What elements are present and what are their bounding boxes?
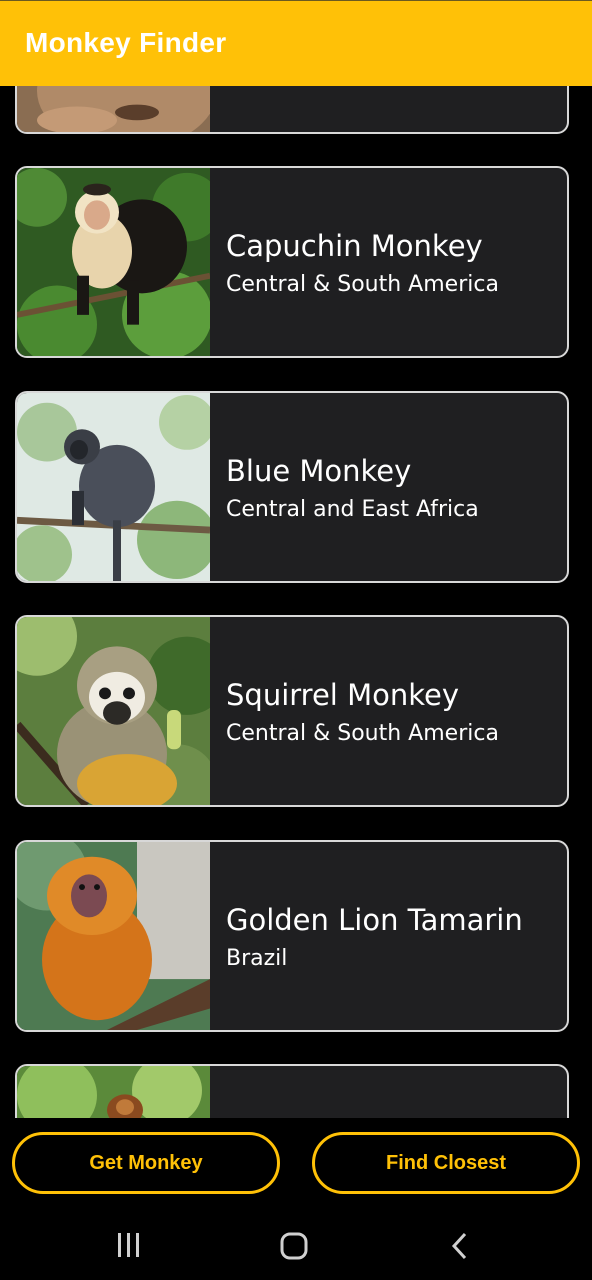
monkey-location: Central and East Africa xyxy=(226,497,479,522)
back-icon[interactable] xyxy=(450,1232,470,1264)
system-nav-bar xyxy=(0,1210,592,1280)
monkey-location: Brazil xyxy=(226,946,288,971)
monkey-location: Central & South America xyxy=(226,721,499,746)
list-item-monkey[interactable]: Blue Monkey Central and East Africa xyxy=(15,391,569,583)
list-item-monkey[interactable] xyxy=(15,1064,569,1118)
monkey-photo xyxy=(17,842,210,1030)
recent-apps-icon[interactable] xyxy=(116,1232,142,1262)
monkey-photo xyxy=(17,1066,210,1118)
find-closest-button[interactable]: Find Closest xyxy=(312,1132,580,1194)
list-item-monkey[interactable]: Squirrel Monkey Central & South America xyxy=(15,615,569,807)
monkey-name: Squirrel Monkey xyxy=(226,678,459,712)
list-item-monkey[interactable]: Golden Lion Tamarin Brazil xyxy=(15,840,569,1032)
list-item-monkey[interactable]: Capuchin Monkey Central & South America xyxy=(15,166,569,358)
list-item-monkey[interactable] xyxy=(15,86,569,134)
monkey-name: Blue Monkey xyxy=(226,454,412,488)
monkey-name: Capuchin Monkey xyxy=(226,229,483,263)
monkey-photo xyxy=(17,86,210,132)
monkey-location: Central & South America xyxy=(226,272,499,297)
home-icon[interactable] xyxy=(280,1232,308,1264)
app-bar: Monkey Finder xyxy=(0,0,592,86)
page-title: Monkey Finder xyxy=(25,27,227,58)
monkey-list[interactable]: Capuchin Monkey Central & South America … xyxy=(0,86,592,1118)
monkey-photo xyxy=(17,168,210,356)
monkey-photo xyxy=(17,617,210,805)
monkey-photo xyxy=(17,393,210,581)
get-monkey-button[interactable]: Get Monkey xyxy=(12,1132,280,1194)
monkey-name: Golden Lion Tamarin xyxy=(226,903,523,937)
